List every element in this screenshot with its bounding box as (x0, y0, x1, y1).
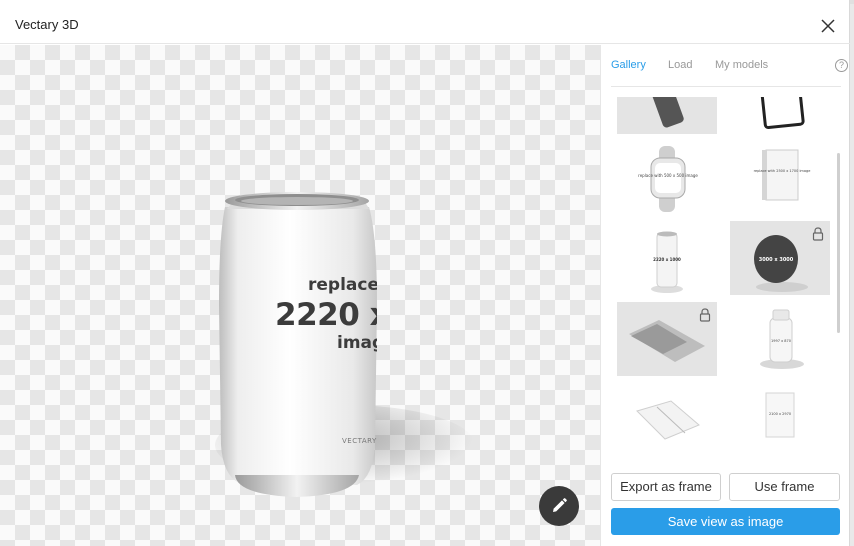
book-thumbnail-text: replace with 2500 x 1700 image (754, 169, 811, 173)
watch-thumbnail: replace with 500 x 500 image (638, 146, 698, 212)
gallery-item-round-sign[interactable]: 3000 x 3000 (730, 221, 830, 295)
notebook-thumbnail (636, 400, 700, 440)
panel-tabs: Gallery Load My models ? (611, 45, 848, 87)
modal-header: Vectary 3D (0, 4, 850, 44)
save-view-as-image-button[interactable]: Save view as image (611, 508, 840, 535)
edit-button[interactable] (539, 486, 579, 526)
can-brand: VECTARY (342, 437, 377, 445)
help-icon[interactable]: ? (835, 59, 848, 72)
use-frame-button[interactable]: Use frame (729, 473, 840, 501)
poster-thumbnail-text: 2100 x 2970 (769, 412, 791, 416)
pencil-icon (553, 498, 567, 512)
gallery-item-watch[interactable]: replace with 500 x 500 image (617, 142, 717, 216)
round-sign-thumbnail-text: 3000 x 3000 (759, 257, 794, 263)
tablet-thumbnail (759, 97, 805, 130)
gallery-item-poster[interactable]: 2100 x 2970 (730, 385, 830, 459)
gallery-item-flyer[interactable] (617, 302, 717, 376)
gallery-item-can[interactable]: 2220 x 1000 (617, 221, 717, 295)
close-icon[interactable] (818, 16, 838, 36)
can-label-line3: image (337, 333, 377, 353)
gallery-item-book[interactable]: replace with 2500 x 1700 image (730, 142, 830, 216)
gallery-grid[interactable]: replace with 500 x 500 image replace wit… (617, 97, 837, 497)
poster-thumbnail: 2100 x 2970 (765, 392, 795, 438)
book-thumbnail: replace with 2500 x 1700 image (754, 149, 811, 201)
can-label: replace w 2220 x 1 image VECTARY (222, 157, 377, 487)
tab-my-models[interactable]: My models (715, 59, 768, 71)
pill-bottle-thumbnail: 1997 x 870 (760, 309, 804, 369)
export-as-frame-button[interactable]: Export as frame (611, 473, 721, 501)
3d-viewport[interactable]: replace w 2220 x 1 image VECTARY (0, 45, 600, 546)
gallery-item-tablet[interactable] (730, 97, 830, 134)
lock-icon (812, 227, 824, 241)
can-thumbnail-text: 2220 x 1000 (653, 257, 681, 262)
can-thumbnail: 2220 x 1000 (651, 231, 683, 293)
vectary-modal: Vectary 3D replace 2220 ima VECTARY Gall… (0, 0, 850, 546)
watch-thumbnail-text: replace with 500 x 500 image (638, 173, 698, 178)
pill-bottle-thumbnail-text: 1997 x 870 (771, 339, 791, 343)
can-label-line1: replace w (308, 275, 377, 295)
gallery-scrollbar[interactable] (837, 153, 840, 333)
gallery-item-notebook[interactable] (617, 385, 717, 459)
modal-title: Vectary 3D (15, 17, 79, 32)
lock-icon (699, 308, 711, 322)
gallery-panel: Gallery Load My models ? replace with 50… (600, 45, 850, 546)
tab-load[interactable]: Load (668, 59, 692, 71)
can-label-line2: 2220 x 1 (275, 297, 377, 333)
phone-thumbnail (652, 97, 684, 128)
gallery-item-phone[interactable] (617, 97, 717, 134)
tab-gallery[interactable]: Gallery (611, 59, 646, 71)
gallery-item-pill-bottle[interactable]: 1997 x 870 (730, 302, 830, 376)
